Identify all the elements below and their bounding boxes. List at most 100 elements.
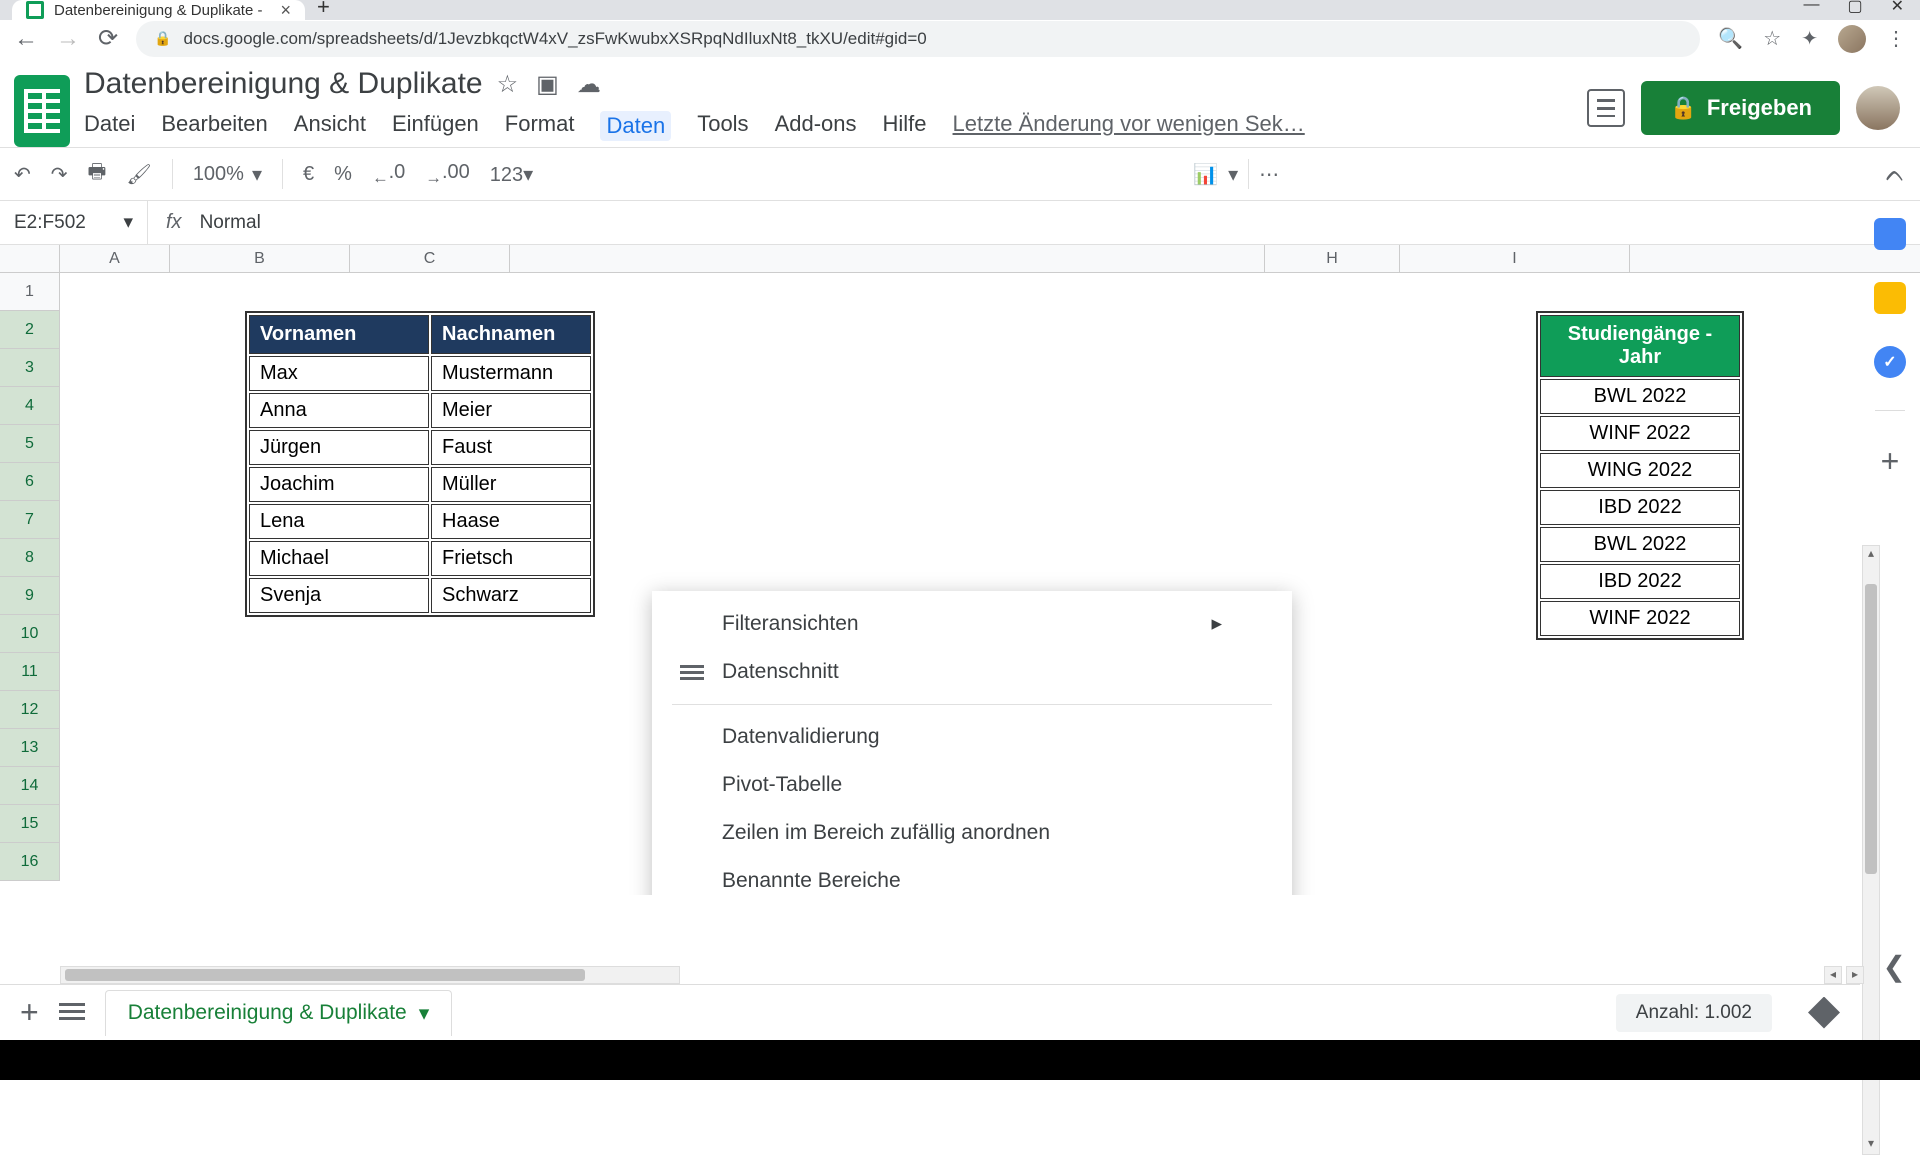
row-header[interactable]: 13: [0, 729, 60, 767]
browser-menu-icon[interactable]: ⋮: [1886, 26, 1906, 51]
menu-data[interactable]: Daten: [600, 111, 671, 141]
table-cell[interactable]: Svenja: [249, 578, 429, 613]
name-box[interactable]: E2:F502 ▾: [0, 201, 148, 244]
col-header-c[interactable]: C: [350, 245, 510, 272]
table-cell[interactable]: IBD 2022: [1540, 564, 1740, 599]
sheets-logo[interactable]: [14, 75, 70, 147]
more-tools-button[interactable]: ⋯: [1259, 162, 1279, 187]
share-button[interactable]: 🔒 Freigeben: [1641, 81, 1840, 135]
table-cell[interactable]: Michael: [249, 541, 429, 576]
col-header-i[interactable]: I: [1400, 245, 1630, 272]
horizontal-scrollbar[interactable]: [60, 966, 680, 984]
add-addon-icon[interactable]: +: [1881, 443, 1900, 480]
table-cell[interactable]: Müller: [431, 467, 591, 502]
selection-count[interactable]: Anzahl: 1.002: [1616, 994, 1772, 1032]
menu-edit[interactable]: Bearbeiten: [161, 111, 267, 141]
table-cell[interactable]: Frietsch: [431, 541, 591, 576]
all-sheets-button[interactable]: [59, 1003, 85, 1023]
studies-header[interactable]: Studiengänge - Jahr: [1540, 315, 1740, 377]
zoom-select[interactable]: 100% ▾: [193, 162, 262, 187]
menu-format[interactable]: Format: [505, 111, 575, 141]
col-header-b[interactable]: B: [170, 245, 350, 272]
number-format-select[interactable]: 123▾: [490, 162, 533, 187]
close-window-icon[interactable]: ✕: [1891, 0, 1904, 16]
row-header[interactable]: 1: [0, 273, 60, 311]
menu-named-ranges[interactable]: Benannte Bereiche: [652, 857, 1292, 895]
chart-button[interactable]: 📊: [1193, 162, 1218, 187]
row-header[interactable]: 8: [0, 539, 60, 577]
bookmark-icon[interactable]: ☆: [1763, 26, 1781, 51]
names-header-first[interactable]: Vornamen: [249, 315, 429, 354]
select-all-corner[interactable]: [0, 245, 60, 272]
formula-input[interactable]: Normal: [200, 212, 261, 234]
table-cell[interactable]: Faust: [431, 430, 591, 465]
add-sheet-button[interactable]: +: [20, 994, 39, 1031]
currency-button[interactable]: €: [303, 163, 314, 186]
undo-button[interactable]: ↶: [14, 162, 31, 187]
menu-pivot-table[interactable]: Pivot-Tabelle: [652, 761, 1292, 809]
chevron-down-icon[interactable]: ▾: [419, 1001, 430, 1026]
row-header[interactable]: 5: [0, 425, 60, 463]
new-tab-button[interactable]: +: [305, 0, 342, 20]
table-cell[interactable]: WING 2022: [1540, 453, 1740, 488]
scroll-down-icon[interactable]: ▾: [1863, 1136, 1879, 1154]
maximize-icon[interactable]: ▢: [1847, 0, 1862, 16]
decrease-decimal-button[interactable]: ←.0: [372, 161, 405, 188]
menu-help[interactable]: Hilfe: [883, 111, 927, 141]
zoom-indicator-icon[interactable]: 🔍: [1718, 26, 1743, 51]
row-header[interactable]: 6: [0, 463, 60, 501]
sheet-tab[interactable]: Datenbereinigung & Duplikate ▾: [105, 990, 453, 1036]
table-cell[interactable]: Joachim: [249, 467, 429, 502]
increase-decimal-button[interactable]: →.00: [425, 161, 469, 188]
col-header-a[interactable]: A: [60, 245, 170, 272]
col-header-h[interactable]: H: [1265, 245, 1400, 272]
menu-file[interactable]: Datei: [84, 111, 135, 141]
menu-filter-views[interactable]: Filteransichten ▸: [652, 599, 1292, 648]
table-cell[interactable]: BWL 2022: [1540, 527, 1740, 562]
close-tab-icon[interactable]: ×: [280, 0, 291, 21]
paint-format-button[interactable]: 🖌: [126, 162, 151, 187]
row-header[interactable]: 16: [0, 843, 60, 881]
table-cell[interactable]: Mustermann: [431, 356, 591, 391]
row-header[interactable]: 15: [0, 805, 60, 843]
address-bar[interactable]: 🔒 docs.google.com/spreadsheets/d/1Jevzbk…: [136, 21, 1700, 57]
table-cell[interactable]: WINF 2022: [1540, 416, 1740, 451]
table-cell[interactable]: Meier: [431, 393, 591, 428]
scroll-left-icon[interactable]: ◂: [1824, 966, 1842, 984]
menu-data-validation[interactable]: Datenvalidierung: [652, 713, 1292, 761]
scroll-up-icon[interactable]: ▴: [1863, 546, 1879, 564]
account-avatar[interactable]: [1856, 86, 1900, 130]
browser-tab[interactable]: Datenbereinigung & Duplikate - ×: [12, 0, 305, 20]
row-header[interactable]: 4: [0, 387, 60, 425]
menu-slicer[interactable]: Datenschnitt: [652, 648, 1292, 696]
menu-insert[interactable]: Einfügen: [392, 111, 479, 141]
table-cell[interactable]: Lena: [249, 504, 429, 539]
reload-button[interactable]: ⟳: [98, 24, 118, 53]
row-header[interactable]: 7: [0, 501, 60, 539]
table-cell[interactable]: BWL 2022: [1540, 379, 1740, 414]
menu-addons[interactable]: Add-ons: [775, 111, 857, 141]
browser-profile-avatar[interactable]: [1838, 25, 1866, 53]
row-header[interactable]: 11: [0, 653, 60, 691]
collapse-toolbar-icon[interactable]: ᨈ: [1886, 160, 1906, 188]
table-cell[interactable]: Anna: [249, 393, 429, 428]
calendar-icon[interactable]: [1874, 218, 1906, 250]
document-title[interactable]: Datenbereinigung & Duplikate: [84, 67, 483, 101]
print-button[interactable]: 🖶: [88, 157, 107, 191]
table-cell[interactable]: Max: [249, 356, 429, 391]
move-icon[interactable]: ▣: [536, 70, 559, 99]
row-header[interactable]: 10: [0, 615, 60, 653]
extensions-icon[interactable]: ✦: [1801, 26, 1818, 51]
chevron-down-icon[interactable]: ▾: [1228, 162, 1238, 187]
back-button[interactable]: ←: [14, 25, 38, 53]
row-header[interactable]: 9: [0, 577, 60, 615]
table-cell[interactable]: WINF 2022: [1540, 601, 1740, 636]
redo-button[interactable]: ↷: [51, 162, 68, 187]
menu-view[interactable]: Ansicht: [294, 111, 366, 141]
scroll-right-icon[interactable]: ▸: [1846, 966, 1864, 984]
comments-icon[interactable]: [1587, 89, 1625, 127]
table-cell[interactable]: IBD 2022: [1540, 490, 1740, 525]
expand-side-panel-icon[interactable]: ❮: [1883, 950, 1906, 983]
minimize-icon[interactable]: —: [1803, 0, 1819, 16]
names-header-last[interactable]: Nachnamen: [431, 315, 591, 354]
